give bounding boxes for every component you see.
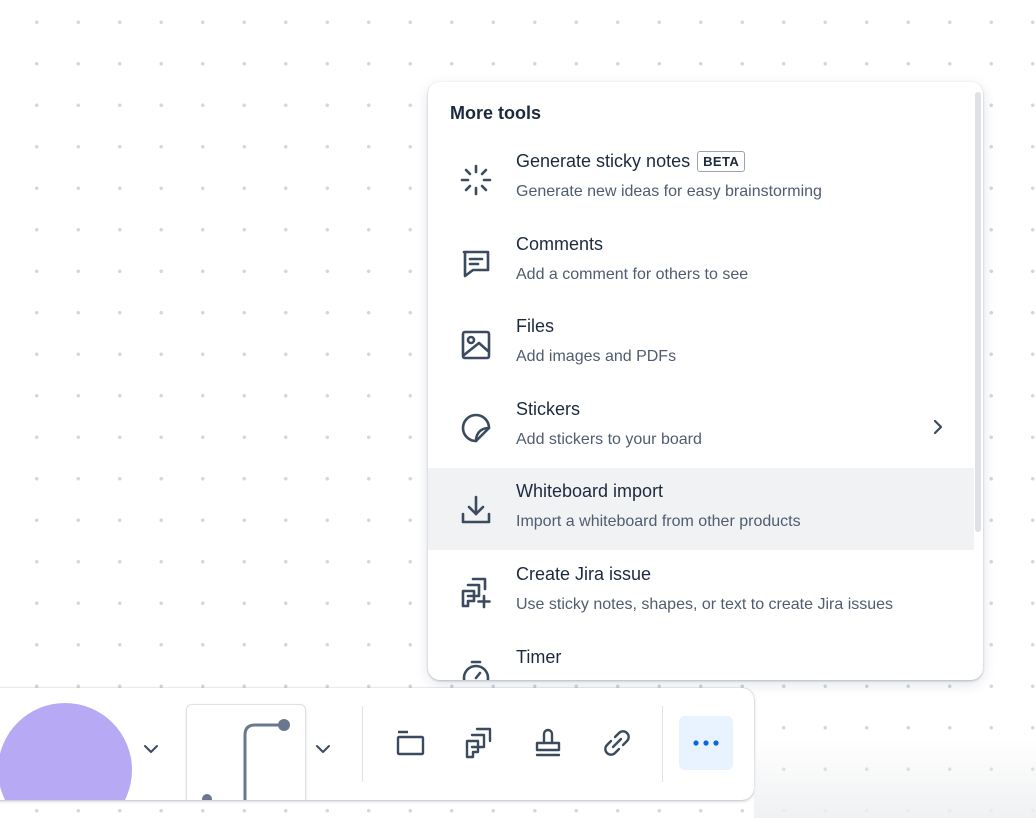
- toolbar-divider: [362, 706, 363, 782]
- jira-button[interactable]: [452, 716, 506, 770]
- elbow-connector-icon: [202, 719, 290, 800]
- menu-item-description: Add a comment for others to see: [516, 266, 749, 283]
- more-tools-menu: More tools Generate sticky notes BETA Ge…: [428, 82, 983, 680]
- menu-item-title: Create Jira issue: [516, 564, 652, 584]
- menu-item-generate-sticky-notes[interactable]: Generate sticky notes BETA Generate new …: [428, 138, 974, 220]
- link-button[interactable]: [590, 716, 644, 770]
- chevron-down-icon[interactable]: [142, 740, 160, 758]
- beta-badge: BETA: [697, 151, 746, 172]
- image-icon: [458, 327, 494, 363]
- menu-item-title: Whiteboard import: [516, 481, 664, 501]
- stamp-icon: [535, 728, 561, 757]
- chevron-right-icon: [933, 419, 943, 435]
- shape-tool-circle[interactable]: [0, 703, 132, 800]
- menu-item-title: Timer: [516, 647, 562, 667]
- frame-icon: [396, 730, 425, 756]
- more-tools-button[interactable]: [679, 716, 733, 770]
- toolbar-divider: [662, 706, 663, 782]
- menu-item-whiteboard-import[interactable]: Whiteboard import Import a whiteboard fr…: [428, 468, 974, 550]
- menu-item-files[interactable]: Files Add images and PDFs: [428, 303, 974, 385]
- jira-icon: [465, 727, 492, 759]
- menu-item-title: Files: [516, 316, 555, 336]
- canvas-edge-shading: [754, 740, 1036, 818]
- menu-item-title: Generate sticky notes BETA: [516, 151, 746, 172]
- chevron-down-icon[interactable]: [314, 740, 332, 758]
- stopwatch-icon: [458, 658, 494, 680]
- sticker-icon: [458, 410, 494, 446]
- connector-tool[interactable]: [186, 704, 306, 800]
- menu-item-description: Add stickers to your board: [516, 431, 702, 448]
- comment-icon: [458, 245, 494, 281]
- menu-item-comments[interactable]: Comments Add a comment for others to see: [428, 221, 974, 303]
- bottom-toolbar: [0, 688, 754, 800]
- menu-item-description: Use sticky notes, shapes, or text to cre…: [516, 596, 894, 613]
- more-dots-icon: [693, 740, 719, 746]
- menu-item-stickers[interactable]: Stickers Add stickers to your board: [428, 386, 974, 468]
- menu-item-create-jira-issue[interactable]: Create Jira issue Use sticky notes, shap…: [428, 551, 974, 633]
- menu-item-title: Comments: [516, 234, 604, 254]
- jira-create-icon: [458, 575, 494, 611]
- stamp-button[interactable]: [521, 716, 575, 770]
- frame-button[interactable]: [383, 716, 437, 770]
- link-icon: [604, 730, 630, 756]
- download-icon: [458, 492, 494, 528]
- menu-item-description: Import a whiteboard from other products: [516, 513, 801, 530]
- sparkle-burst-icon: [458, 162, 494, 198]
- menu-item-timer[interactable]: Timer: [428, 634, 974, 680]
- menu-item-title: Stickers: [516, 399, 581, 419]
- menu-item-title-text: Generate sticky notes: [516, 151, 691, 171]
- menu-title: More tools: [450, 103, 542, 123]
- menu-item-description: Add images and PDFs: [516, 348, 677, 365]
- menu-item-description: Generate new ideas for easy brainstormin…: [516, 183, 822, 200]
- menu-scrollbar[interactable]: [975, 92, 981, 532]
